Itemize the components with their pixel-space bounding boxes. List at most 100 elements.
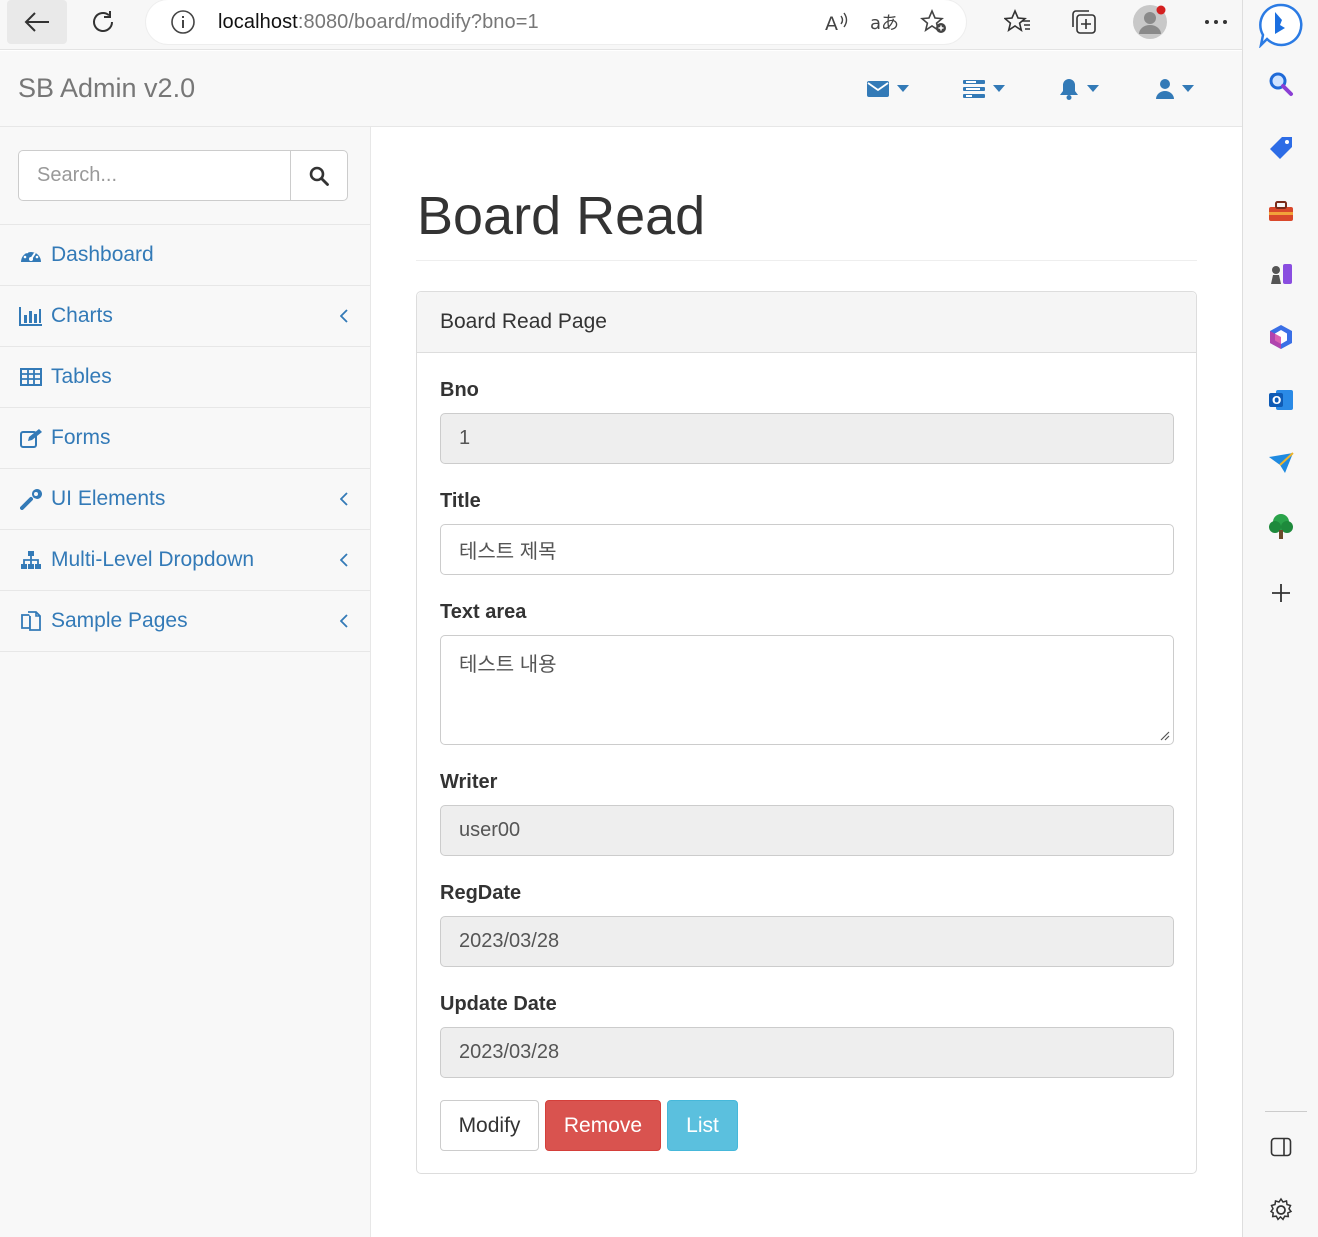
chess-icon bbox=[1271, 264, 1292, 284]
sidebar-search bbox=[0, 127, 370, 225]
updatedate-label: Update Date bbox=[440, 993, 557, 1015]
sidebar-item-sample-pages[interactable]: Sample Pages bbox=[0, 591, 370, 652]
paper-plane-icon bbox=[1269, 452, 1294, 473]
collections-button[interactable] bbox=[1051, 0, 1117, 44]
edit-icon bbox=[19, 426, 43, 450]
browser-toolbar: localhost:8080/board/modify?bno=1 A aあ bbox=[0, 0, 1242, 50]
read-aloud-icon[interactable]: A bbox=[824, 10, 850, 34]
url-host: localhost bbox=[218, 10, 298, 33]
send-button[interactable] bbox=[1243, 443, 1318, 483]
sidebar-item-tables[interactable]: Tables bbox=[0, 347, 370, 408]
collections-icon bbox=[1072, 10, 1096, 34]
content-text: 테스트 내용 bbox=[459, 654, 557, 676]
svg-text:O: O bbox=[1272, 394, 1281, 407]
sidebar-item-ui-elements[interactable]: UI Elements bbox=[0, 469, 370, 530]
sidebar-item-label: Forms bbox=[51, 426, 111, 449]
title-divider bbox=[416, 260, 1197, 261]
sidebar-item-multi-level-dropdown[interactable]: Multi-Level Dropdown bbox=[0, 530, 370, 591]
files-icon bbox=[19, 609, 43, 633]
address-actions: A aあ bbox=[824, 0, 948, 44]
chevron-left-icon bbox=[338, 304, 350, 328]
remove-button[interactable]: Remove bbox=[545, 1100, 661, 1151]
avatar-icon bbox=[1133, 5, 1167, 39]
sidebar-item-label: Dashboard bbox=[51, 243, 154, 266]
user-icon bbox=[1156, 79, 1174, 99]
svg-text:A: A bbox=[825, 13, 838, 34]
user-dropdown[interactable] bbox=[1156, 77, 1194, 101]
table-icon bbox=[19, 365, 43, 389]
bno-field[interactable]: 1 bbox=[440, 413, 1174, 464]
dashboard-icon bbox=[19, 243, 43, 267]
panel-heading: Board Read Page bbox=[417, 292, 1196, 353]
search-input[interactable] bbox=[18, 150, 291, 201]
outlook-button[interactable]: O bbox=[1243, 380, 1318, 420]
address-bar[interactable]: localhost:8080/board/modify?bno=1 A aあ bbox=[146, 0, 966, 44]
sidebar-item-dashboard[interactable]: Dashboard bbox=[0, 225, 370, 286]
sidebar-item-label: Tables bbox=[51, 365, 112, 388]
search-icon bbox=[309, 166, 329, 186]
tools-button[interactable] bbox=[1243, 191, 1318, 231]
chevron-left-icon bbox=[338, 609, 350, 633]
shopping-button[interactable] bbox=[1243, 128, 1318, 168]
messages-dropdown[interactable] bbox=[867, 77, 909, 101]
tag-icon bbox=[1270, 137, 1292, 159]
modify-button[interactable]: Modify bbox=[440, 1100, 539, 1151]
bar-chart-icon bbox=[19, 304, 43, 328]
regdate-label: RegDate bbox=[440, 882, 522, 904]
title-field[interactable]: 테스트 제목 bbox=[440, 524, 1174, 575]
tasks-dropdown[interactable] bbox=[963, 77, 1005, 101]
reload-button[interactable] bbox=[73, 0, 133, 44]
favorites-button[interactable] bbox=[985, 0, 1051, 44]
caret-down-icon bbox=[1182, 85, 1194, 92]
sidebar-item-charts[interactable]: Charts bbox=[0, 286, 370, 347]
tree-icon bbox=[1269, 514, 1293, 539]
bno-label: Bno bbox=[440, 379, 479, 401]
profile-button[interactable] bbox=[1117, 0, 1183, 44]
favorite-add-icon[interactable] bbox=[920, 9, 948, 35]
content-label: Text area bbox=[440, 601, 527, 623]
writer-field[interactable]: user00 bbox=[440, 805, 1174, 856]
brand-title[interactable]: SB Admin v2.0 bbox=[18, 73, 195, 104]
envelope-icon bbox=[867, 81, 889, 97]
add-sidebar-app-button[interactable] bbox=[1243, 573, 1318, 613]
chevron-left-icon bbox=[338, 548, 350, 572]
list-button[interactable]: List bbox=[667, 1100, 738, 1151]
updatedate-field[interactable]: 2023/03/28 bbox=[440, 1027, 1174, 1078]
alerts-dropdown[interactable] bbox=[1059, 77, 1099, 101]
search-button[interactable] bbox=[290, 150, 348, 201]
hide-sidebar-button[interactable] bbox=[1243, 1127, 1318, 1167]
bing-chat-button[interactable] bbox=[1243, 2, 1318, 48]
sidebar-item-label: UI Elements bbox=[51, 487, 166, 510]
more-icon bbox=[1205, 20, 1227, 24]
arrow-left-icon bbox=[24, 12, 49, 32]
content-textarea[interactable]: 테스트 내용 bbox=[440, 635, 1174, 745]
sidebar-item-forms[interactable]: Forms bbox=[0, 408, 370, 469]
title-label: Title bbox=[440, 490, 481, 512]
favorites-icon bbox=[1004, 9, 1030, 33]
reload-icon bbox=[93, 11, 113, 32]
translate-icon[interactable]: aあ bbox=[870, 10, 900, 34]
panel-icon bbox=[1270, 1137, 1292, 1157]
resize-handle-icon[interactable] bbox=[1158, 729, 1170, 741]
bell-icon bbox=[1060, 79, 1078, 100]
tree-button[interactable] bbox=[1243, 506, 1318, 546]
sidebar: Dashboard Charts Tables Forms UI Element… bbox=[0, 127, 371, 1237]
sidebar-item-label: Sample Pages bbox=[51, 609, 188, 632]
search-sidebar-button[interactable] bbox=[1243, 64, 1318, 104]
caret-down-icon bbox=[993, 85, 1005, 92]
regdate-field[interactable]: 2023/03/28 bbox=[440, 916, 1174, 967]
games-button[interactable] bbox=[1243, 254, 1318, 294]
sitemap-icon bbox=[19, 548, 43, 572]
tasks-icon bbox=[963, 80, 985, 98]
plus-icon bbox=[1272, 584, 1290, 602]
back-button[interactable] bbox=[7, 0, 67, 44]
caret-down-icon bbox=[897, 85, 909, 92]
top-navbar: SB Admin v2.0 bbox=[0, 51, 1242, 127]
more-button[interactable] bbox=[1183, 0, 1249, 44]
sidebar-settings-button[interactable] bbox=[1243, 1190, 1318, 1230]
url-text: localhost:8080/board/modify?bno=1 bbox=[218, 11, 539, 34]
wrench-icon bbox=[19, 487, 43, 511]
office-button[interactable] bbox=[1243, 317, 1318, 357]
info-icon[interactable] bbox=[170, 9, 196, 35]
browser-sidebar: O bbox=[1242, 0, 1318, 1237]
